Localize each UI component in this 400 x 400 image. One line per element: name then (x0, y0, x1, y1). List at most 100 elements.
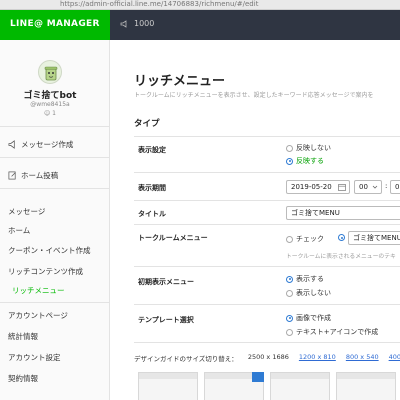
account-id: @wme8415a (30, 101, 70, 108)
sidebar-item-coupon[interactable]: クーポン・イベント作成 (8, 245, 91, 256)
template-thumbnail[interactable] (270, 372, 330, 400)
avatar[interactable] (38, 60, 62, 84)
sidebar-item-rich-content[interactable]: リッチコンテンツ作成 (8, 266, 83, 277)
form-row-template: テンプレート選択 画像で作成 テキスト+アイコンで作成 (134, 305, 400, 343)
radio-dot (286, 289, 293, 297)
guide-size-400[interactable]: 400 x 27 (389, 353, 400, 363)
minute-select[interactable]: 0 (390, 180, 400, 194)
top-bar: 1000 (110, 10, 400, 40)
talk-menu-hint: トークルームに表示されるメニューのテキ (286, 254, 396, 260)
talk-menu-input[interactable]: ゴミ捨てMENU (348, 231, 400, 245)
sidebar-item-label: メッセージ作成 (21, 140, 74, 149)
radio-label: チェック (296, 235, 324, 243)
form-label: 表示設定 (138, 146, 166, 154)
rich-menu-form: 表示設定 反映しない 反映する 表示期間 2019-05-20 00 : 0 タ… (134, 136, 400, 343)
minute-value: 0 (395, 183, 400, 191)
date-value: 2019-05-20 (291, 183, 332, 191)
sidebar-item-label: ホーム投稿 (21, 171, 59, 180)
radio-label: 画像で作成 (296, 314, 331, 322)
radio-dot (286, 275, 293, 283)
sidebar-divider (0, 157, 110, 158)
form-row-talk-menu: トークルームメニュー チェック ゴミ捨てMENU トークルームに表示されるメニュ… (134, 225, 400, 267)
form-label: 表示期間 (138, 184, 166, 192)
friends-count: ☺ 1 (0, 110, 100, 117)
main-content: リッチメニュー トークルームにリッチメニューを表示させ、設定したキーワード応答メ… (110, 40, 400, 400)
title-value: ゴミ捨てMENU (291, 209, 340, 217)
message-count-value: 1000 (134, 19, 155, 28)
form-label: トークルームメニュー (138, 234, 208, 242)
radio-dot (338, 234, 345, 241)
radio-image[interactable]: 画像で作成 (286, 313, 331, 323)
radio-dot (286, 314, 293, 322)
radio-custom[interactable] (338, 234, 345, 241)
brand-logo[interactable]: LINE@ MANAGER (10, 19, 100, 29)
radio-dot (286, 157, 293, 165)
radio-show[interactable]: 表示する (286, 274, 324, 284)
guide-label: デザインガイドのサイズ切り替え： (134, 355, 238, 363)
template-thumbnails (138, 372, 400, 400)
radio-dot (286, 235, 293, 243)
date-input[interactable]: 2019-05-20 (286, 180, 350, 194)
radio-dot (286, 328, 293, 336)
form-row-period: 表示期間 2019-05-20 00 : 0 (134, 173, 400, 201)
trash-can-avatar-icon (44, 66, 58, 81)
radio-no-reflect[interactable]: 反映しない (286, 143, 331, 153)
title-input[interactable]: ゴミ捨てMENU (286, 206, 400, 220)
form-row-initial: 初期表示メニュー 表示する 表示しない (134, 267, 400, 305)
sidebar-divider (0, 302, 110, 303)
form-label: 初期表示メニュー (138, 278, 194, 286)
radio-label: 反映する (296, 157, 324, 165)
form-row-display: 表示設定 反映しない 反映する (134, 137, 400, 173)
browser-chrome: https://admin-official.line.me/14706883/… (0, 0, 400, 10)
sidebar-item-account-page[interactable]: アカウントページ (8, 310, 68, 321)
radio-dot (286, 144, 293, 152)
thumbnail-header (139, 373, 197, 379)
chevron-down-icon (372, 185, 378, 189)
edit-icon (8, 171, 16, 180)
person-icon: ☺ (43, 110, 51, 117)
speaker-icon (120, 19, 127, 28)
calendar-icon (338, 184, 346, 191)
sidebar-item-account-settings[interactable]: アカウント設定 (8, 352, 61, 363)
radio-label: 表示する (296, 275, 324, 283)
hour-select[interactable]: 00 (354, 180, 382, 194)
guide-size-2500[interactable]: 2500 x 1686 (248, 353, 289, 363)
brand-bar: LINE@ MANAGER (0, 10, 110, 40)
template-thumbnail[interactable] (336, 372, 396, 400)
form-label: タイトル (138, 210, 166, 218)
page-description: トークルームにリッチメニューを表示させ、設定したキーワード応答メッセージで案内を (134, 92, 374, 99)
friends-count-value: 1 (52, 110, 56, 117)
sidebar-item-message-create[interactable]: メッセージ作成 (8, 139, 73, 150)
template-thumbnail[interactable] (138, 372, 198, 400)
time-separator: : (385, 182, 388, 190)
radio-label: 反映しない (296, 144, 331, 152)
form-label: テンプレート選択 (138, 316, 194, 324)
address-bar[interactable]: https://admin-official.line.me/14706883/… (60, 0, 400, 9)
radio-text-icon[interactable]: テキスト+アイコンで作成 (286, 327, 378, 337)
sidebar-item-message[interactable]: メッセージ (8, 206, 45, 217)
template-thumbnail[interactable] (204, 372, 264, 400)
guide-size-1200[interactable]: 1200 x 810 (299, 353, 336, 363)
message-count[interactable]: 1000 (120, 19, 154, 28)
sidebar-item-home[interactable]: ホーム (8, 225, 30, 236)
thumbnail-header (337, 373, 395, 379)
sidebar-item-rich-menu[interactable]: リッチメニュー (12, 285, 65, 296)
talk-menu-value: ゴミ捨てMENU (353, 234, 400, 242)
page-title: リッチメニュー (134, 74, 226, 89)
design-guide-switcher: デザインガイドのサイズ切り替え： 2500 x 1686 1200 x 810 … (134, 353, 400, 363)
sidebar-divider (0, 188, 110, 189)
section-title: タイプ (134, 119, 160, 129)
sidebar-item-stats[interactable]: 統計情報 (8, 331, 38, 342)
hour-value: 00 (359, 183, 368, 191)
sidebar: ゴミ捨てbot @wme8415a ☺ 1 メッセージ作成 ホーム投稿 メッセー… (0, 40, 110, 400)
megaphone-icon (8, 140, 15, 149)
radio-check[interactable]: チェック (286, 234, 324, 244)
account-name: ゴミ捨てbot (23, 91, 77, 101)
guide-size-800[interactable]: 800 x 540 (346, 353, 379, 363)
sidebar-divider (0, 126, 110, 127)
radio-hide[interactable]: 表示しない (286, 288, 331, 298)
radio-label: 表示しない (296, 289, 331, 297)
sidebar-item-home-post[interactable]: ホーム投稿 (8, 170, 58, 181)
sidebar-item-contract[interactable]: 契約情報 (8, 373, 38, 384)
radio-reflect[interactable]: 反映する (286, 156, 324, 166)
